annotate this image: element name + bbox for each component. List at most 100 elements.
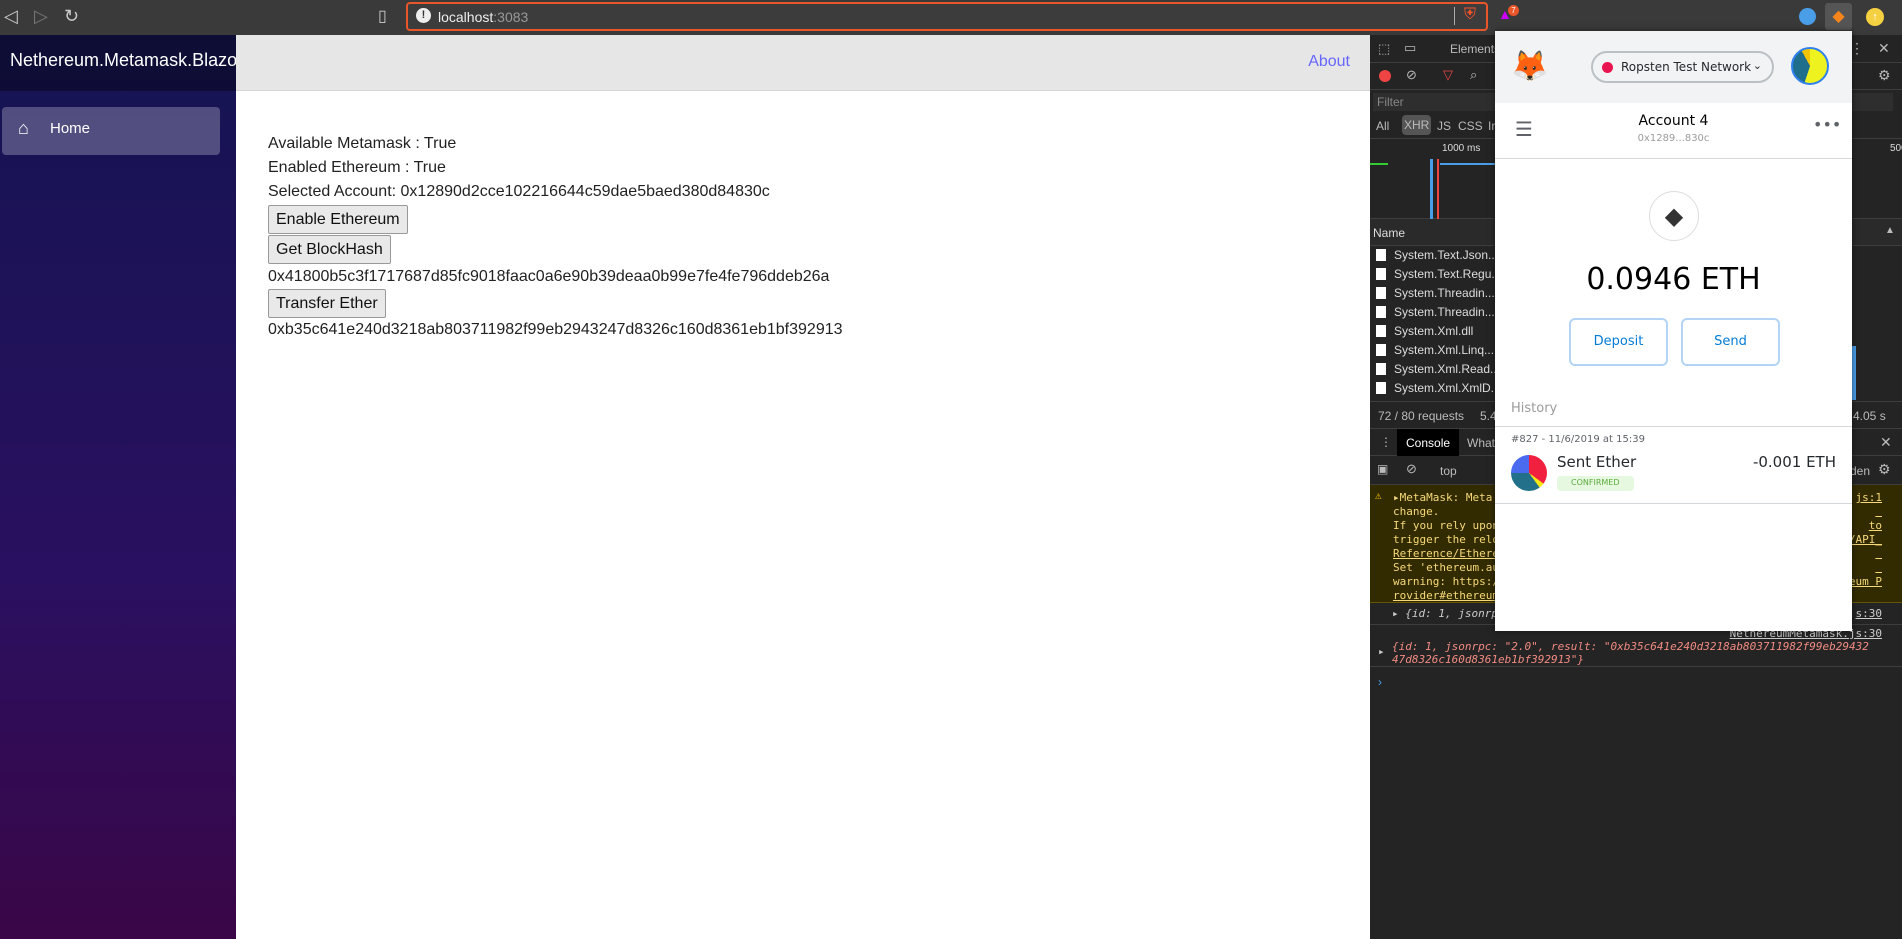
- name-header-label: Name: [1373, 226, 1406, 240]
- tx-identicon: [1511, 455, 1547, 491]
- brave-shield-icon[interactable]: ⛨: [1464, 6, 1476, 24]
- type-all[interactable]: All: [1376, 119, 1389, 133]
- metamask-header: 🦊 Ropsten Test Network ⌄: [1495, 31, 1852, 103]
- timeline-label: 1000 ms: [1442, 143, 1481, 154]
- account-avatar[interactable]: [1791, 47, 1829, 85]
- warning-text-left: ▸MetaMask: Meta change. If you rely upon …: [1393, 491, 1499, 602]
- tx-hash-text: 0xb35c641e240d3218ab803711982f99eb294324…: [268, 321, 843, 338]
- load-marker: [1437, 159, 1439, 219]
- settings-icon[interactable]: ⚙: [1878, 67, 1891, 84]
- type-css[interactable]: CSS: [1458, 119, 1483, 133]
- close-drawer-icon[interactable]: ✕: [1880, 434, 1892, 451]
- filter-icon[interactable]: ▽: [1443, 67, 1453, 83]
- type-js[interactable]: JS: [1437, 119, 1451, 133]
- update-icon[interactable]: ↑: [1866, 8, 1884, 26]
- record-icon[interactable]: [1379, 70, 1391, 82]
- timeline-bar: [1370, 163, 1388, 165]
- timeline-label: 500: [1890, 143, 1902, 154]
- back-icon[interactable]: ◁: [4, 6, 18, 27]
- balance: 0.0946 ETH: [1495, 262, 1852, 297]
- type-xhr[interactable]: XHR: [1402, 115, 1432, 135]
- blockhash-text: 0x41800b5c3f1717687d85fc9018faac0a6e90b3…: [268, 268, 830, 285]
- tab-elements[interactable]: Elements: [1450, 42, 1500, 56]
- tx-title: Sent Ether: [1557, 453, 1637, 471]
- context-selector[interactable]: top: [1440, 464, 1457, 478]
- request-row[interactable]: System.Text.Json....: [1376, 248, 1501, 262]
- divider: [1454, 7, 1455, 25]
- app-brand[interactable]: Nethereum.Metamask.Blazor: [0, 35, 236, 91]
- bookmark-icon[interactable]: ▯: [378, 6, 387, 26]
- metamask-fox-logo: 🦊: [1511, 49, 1549, 84]
- more-icon[interactable]: ⋮: [1850, 40, 1864, 57]
- clear-console-icon[interactable]: ⊘: [1406, 461, 1417, 477]
- request-count: 72 / 80 requests: [1378, 409, 1465, 423]
- console-settings-icon[interactable]: ⚙: [1878, 461, 1891, 478]
- reload-icon[interactable]: ↻: [64, 6, 79, 27]
- waterfall-bar: [1852, 346, 1856, 400]
- account-name[interactable]: Account 4: [1495, 113, 1852, 129]
- available-metamask-text: Available Metamask : True: [268, 135, 457, 152]
- url-text: localhost:3083: [438, 9, 529, 25]
- dom-loaded-marker: [1430, 159, 1433, 219]
- request-row[interactable]: System.Threadin...: [1376, 305, 1495, 319]
- status-badge: CONFIRMED: [1557, 476, 1634, 491]
- close-icon[interactable]: ✕: [1878, 40, 1890, 57]
- console-log-entry[interactable]: NethereumMetamask.js:30 ▸ {id: 1, jsonrp…: [1370, 625, 1902, 667]
- transfer-ether-button[interactable]: Transfer Ether: [268, 289, 386, 318]
- network-selector[interactable]: Ropsten Test Network ⌄: [1591, 51, 1774, 83]
- inspect-icon[interactable]: ⬚: [1378, 41, 1390, 57]
- tx-meta: #827 - 11/6/2019 at 15:39: [1511, 434, 1645, 445]
- account-bar: ☰ Account 4 0x1289...830c •••: [1495, 103, 1852, 159]
- network-name: Ropsten Test Network: [1621, 60, 1752, 74]
- selected-account-text: Selected Account: 0x12890d2cce102216644c…: [268, 183, 770, 200]
- tab-whats-new[interactable]: What: [1467, 436, 1495, 450]
- request-row[interactable]: System.Text.Regu...: [1376, 267, 1501, 281]
- clear-icon[interactable]: ⊘: [1406, 67, 1417, 83]
- warning-text-right[interactable]: js:1 to/API_ eum P: [1849, 491, 1882, 589]
- info-icon[interactable]: !: [416, 8, 431, 23]
- balance-unit: ETH: [1700, 262, 1761, 297]
- deposit-button[interactable]: Deposit: [1569, 318, 1668, 366]
- address-bar[interactable]: ! localhost:3083 ⛨ ▲ 7: [406, 2, 1519, 31]
- network-status-dot: [1602, 62, 1613, 73]
- enabled-ethereum-text: Enabled Ethereum : True: [268, 159, 446, 176]
- transaction-item[interactable]: #827 - 11/6/2019 at 15:39 Sent Ether -0.…: [1495, 427, 1852, 504]
- metamask-extension-icon[interactable]: ◆: [1825, 3, 1852, 30]
- finish-time: 4.05 s: [1853, 409, 1886, 423]
- sidebar-item-home[interactable]: ⌂ Home: [2, 107, 220, 155]
- request-row[interactable]: System.Xml.Linq....: [1376, 343, 1497, 357]
- tx-amount: -0.001 ETH: [1752, 453, 1836, 471]
- warning-icon: ⚠: [1375, 489, 1382, 502]
- levels-selector[interactable]: den: [1850, 464, 1870, 478]
- history-heading: History: [1511, 401, 1558, 416]
- account-address[interactable]: 0x1289...830c: [1495, 133, 1852, 144]
- metamask-popup: 🦊 Ropsten Test Network ⌄ ☰ Account 4 0x1…: [1495, 31, 1852, 631]
- request-row[interactable]: System.Xml.XmlD...: [1376, 381, 1501, 395]
- tab-console[interactable]: Console: [1397, 429, 1460, 456]
- sidebar: Nethereum.Metamask.Blazor ⌂ Home: [0, 35, 236, 939]
- sidebar-toggle-icon[interactable]: ▣: [1377, 462, 1388, 476]
- timeline-bar: [1440, 163, 1500, 165]
- forward-icon[interactable]: ▷: [34, 6, 48, 27]
- more-options-icon[interactable]: •••: [1813, 115, 1841, 134]
- get-blockhash-button[interactable]: Get BlockHash: [268, 235, 391, 264]
- request-row[interactable]: System.Xml.Read...: [1376, 362, 1500, 376]
- enable-ethereum-button[interactable]: Enable Ethereum: [268, 205, 408, 234]
- log-result: {id: 1, jsonrpc: "2.0", result: "0xb35c6…: [1392, 640, 1869, 666]
- send-button[interactable]: Send: [1681, 318, 1780, 366]
- sort-up-icon[interactable]: ▲: [1885, 225, 1895, 236]
- home-icon: ⌂: [18, 118, 29, 138]
- request-row[interactable]: System.Xml.dll: [1376, 324, 1473, 338]
- drawer-menu-icon[interactable]: ⋮: [1380, 435, 1392, 449]
- sidebar-item-label: Home: [50, 120, 91, 137]
- request-row[interactable]: System.Threadin...: [1376, 286, 1495, 300]
- rewards-badge: 7: [1508, 5, 1519, 16]
- search-icon[interactable]: ⌕: [1470, 67, 1477, 83]
- top-row: About: [236, 35, 1370, 91]
- browser-toolbar: ◁ ▷ ↻ ▯ ! localhost:3083 ⛨ ▲ 7 ◆ ↑: [0, 0, 1902, 35]
- chevron-down-icon: ⌄: [1752, 59, 1762, 72]
- about-link[interactable]: About: [1308, 53, 1350, 71]
- console-prompt[interactable]: ›: [1378, 675, 1382, 689]
- extension-search-icon[interactable]: [1799, 8, 1816, 25]
- device-toggle-icon[interactable]: ▭: [1404, 40, 1416, 56]
